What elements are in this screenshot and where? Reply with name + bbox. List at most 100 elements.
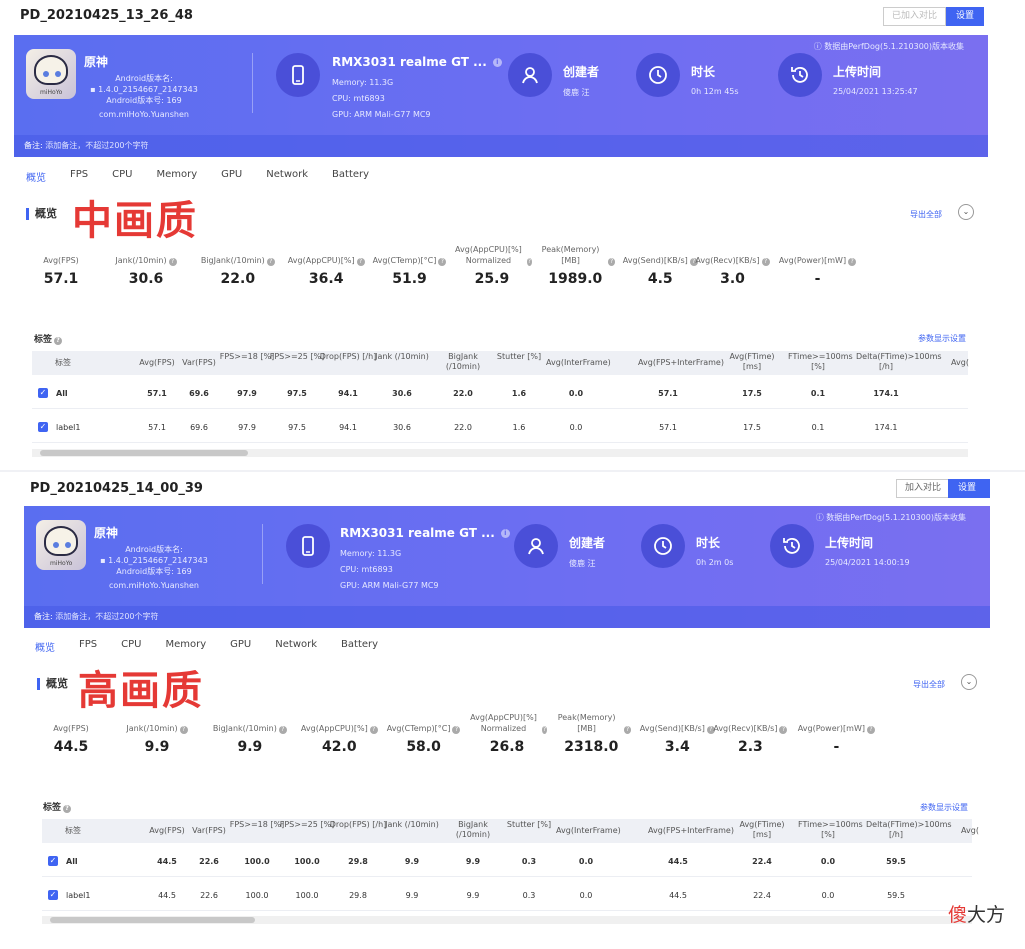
column-header[interactable]: Stutter [%] bbox=[489, 352, 549, 362]
help-icon[interactable]: ? bbox=[356, 258, 365, 266]
column-header[interactable]: FTime>=100ms [%] bbox=[788, 352, 853, 372]
table-cell: 100.0 bbox=[244, 857, 270, 866]
note-input[interactable]: 添加备注，不超过200个字符 bbox=[55, 612, 158, 621]
settings-button[interactable]: 设置 bbox=[948, 479, 990, 498]
tab-network[interactable]: Network bbox=[266, 169, 308, 184]
row-checkbox[interactable]: ✓ bbox=[38, 388, 48, 398]
row-checkbox[interactable]: ✓ bbox=[48, 856, 58, 866]
tab-memory[interactable]: Memory bbox=[165, 639, 206, 654]
help-icon[interactable]: ? bbox=[607, 258, 616, 266]
app-version-code: Android版本号: 169 bbox=[106, 96, 182, 105]
column-header[interactable]: Jank (/10min) bbox=[372, 352, 432, 362]
tab-network[interactable]: Network bbox=[275, 639, 317, 654]
tab-cpu[interactable]: CPU bbox=[121, 639, 141, 654]
session-title: PD_20210425_13_26_48 bbox=[20, 8, 193, 23]
column-header[interactable]: BigJank (/10min) bbox=[433, 352, 493, 372]
metric-label: Avg(CTemp)[°C]? bbox=[370, 244, 450, 266]
column-header[interactable]: Avg(FTime) [ms] bbox=[732, 820, 792, 840]
export-all-link[interactable]: 导出全部 bbox=[913, 679, 945, 690]
tab-gpu[interactable]: GPU bbox=[230, 639, 251, 654]
tab-cpu[interactable]: CPU bbox=[112, 169, 132, 184]
column-header[interactable]: Avg(FTime) [ms] bbox=[722, 352, 782, 372]
column-header[interactable]: Avg( bbox=[940, 826, 1000, 836]
column-header[interactable]: Avg(InterFrame) bbox=[546, 358, 611, 368]
column-header[interactable]: Drop(FPS) [/h] bbox=[318, 352, 378, 362]
info-icon[interactable]: i bbox=[492, 58, 502, 67]
table-cell: 0.1 bbox=[811, 423, 825, 432]
scrollbar-thumb[interactable] bbox=[50, 917, 255, 923]
tab-overview[interactable]: 概览 bbox=[26, 169, 46, 184]
collapse-icon[interactable]: ⌄ bbox=[958, 204, 974, 220]
export-all-link[interactable]: 导出全部 bbox=[910, 209, 942, 220]
column-header[interactable]: Avg(FPS+InterFrame) bbox=[638, 358, 724, 368]
column-header[interactable]: BigJank (/10min) bbox=[443, 820, 503, 840]
help-icon[interactable]: ? bbox=[848, 258, 857, 266]
scrollbar-thumb[interactable] bbox=[40, 450, 248, 456]
table-cell: 59.5 bbox=[886, 857, 906, 866]
tab-fps[interactable]: FPS bbox=[70, 169, 88, 184]
help-icon[interactable]: ? bbox=[866, 726, 875, 734]
metric-value: 4.5 bbox=[647, 271, 673, 287]
help-icon[interactable]: ? bbox=[266, 258, 275, 266]
metric-value: - bbox=[814, 271, 821, 287]
table-cell: 0.3 bbox=[521, 857, 537, 866]
column-header[interactable]: FTime>=100ms [%] bbox=[798, 820, 863, 840]
metric-value: 58.0 bbox=[406, 739, 441, 755]
help-icon[interactable]: ? bbox=[761, 258, 770, 266]
column-header[interactable]: Stutter [%] bbox=[499, 820, 559, 830]
settings-button[interactable]: 设置 bbox=[946, 7, 985, 26]
row-checkbox[interactable]: ✓ bbox=[48, 890, 58, 900]
metric-value: 2.3 bbox=[737, 739, 763, 755]
user-icon bbox=[514, 524, 558, 568]
param-settings-link[interactable]: 参数显示设置 bbox=[918, 333, 966, 344]
metric-value: 42.0 bbox=[322, 739, 357, 755]
help-icon[interactable]: ? bbox=[168, 258, 177, 266]
upload-label: 上传时间 bbox=[833, 65, 882, 79]
column-header[interactable]: Delta(FTime)>100ms [/h] bbox=[856, 352, 942, 372]
tab-battery[interactable]: Battery bbox=[332, 169, 369, 184]
note-bar[interactable]: 备注: 添加备注，不超过200个字符 bbox=[14, 135, 988, 157]
help-icon[interactable]: ? bbox=[179, 726, 188, 734]
metric-value: 36.4 bbox=[308, 271, 344, 287]
add-compare-button[interactable]: 已加入对比 bbox=[883, 7, 947, 26]
help-icon[interactable]: ? bbox=[278, 726, 287, 734]
device-memory: Memory: 11.3G bbox=[340, 549, 402, 558]
column-header[interactable]: Drop(FPS) [/h] bbox=[328, 820, 388, 830]
metric-label: Avg(AppCPU)[%] Normalized? bbox=[470, 713, 548, 734]
help-icon[interactable]: ? bbox=[452, 726, 461, 734]
column-header[interactable]: Delta(FTime)>100ms [/h] bbox=[866, 820, 952, 840]
help-icon[interactable]: ? bbox=[541, 726, 548, 734]
column-header[interactable]: 标签 bbox=[33, 358, 93, 368]
column-header[interactable]: Avg(InterFrame) bbox=[556, 826, 621, 836]
metric-label: Avg(Power)[mW]? bbox=[796, 712, 876, 734]
table-scrollbar[interactable] bbox=[42, 916, 972, 924]
row-checkbox[interactable]: ✓ bbox=[38, 422, 48, 432]
table-scrollbar[interactable] bbox=[32, 449, 968, 457]
table-cell: 0.0 bbox=[820, 857, 836, 866]
tab-overview[interactable]: 概览 bbox=[35, 639, 55, 654]
collapse-icon[interactable]: ⌄ bbox=[961, 674, 977, 690]
help-icon[interactable]: ? bbox=[623, 726, 632, 734]
tab-gpu[interactable]: GPU bbox=[221, 169, 242, 184]
tab-fps[interactable]: FPS bbox=[79, 639, 97, 654]
help-icon[interactable]: ? bbox=[369, 726, 378, 734]
column-header[interactable]: 标签 bbox=[43, 826, 103, 836]
help-icon[interactable]: ? bbox=[438, 258, 447, 266]
info-icon[interactable]: i bbox=[500, 529, 510, 538]
param-settings-link[interactable]: 参数显示设置 bbox=[920, 802, 968, 813]
help-icon[interactable]: ? bbox=[779, 726, 788, 734]
add-compare-button[interactable]: 加入对比 bbox=[896, 479, 951, 498]
column-header[interactable]: Avg(FPS+InterFrame) bbox=[648, 826, 734, 836]
metric-card: Jank(/10min)? 30.6 bbox=[106, 244, 186, 287]
column-header[interactable]: Avg( bbox=[930, 358, 990, 368]
help-icon[interactable]: ? bbox=[526, 258, 532, 266]
row-label: All bbox=[66, 857, 78, 866]
table-cell: 29.8 bbox=[348, 857, 368, 866]
note-bar[interactable]: 备注: 添加备注，不超过200个字符 bbox=[24, 606, 990, 628]
table-cell: 97.9 bbox=[238, 423, 256, 432]
tab-battery[interactable]: Battery bbox=[341, 639, 378, 654]
note-input[interactable]: 添加备注，不超过200个字符 bbox=[45, 141, 148, 150]
overview-heading: 概览 bbox=[37, 678, 68, 690]
tab-memory[interactable]: Memory bbox=[156, 169, 197, 184]
column-header[interactable]: Jank (/10min) bbox=[382, 820, 442, 830]
